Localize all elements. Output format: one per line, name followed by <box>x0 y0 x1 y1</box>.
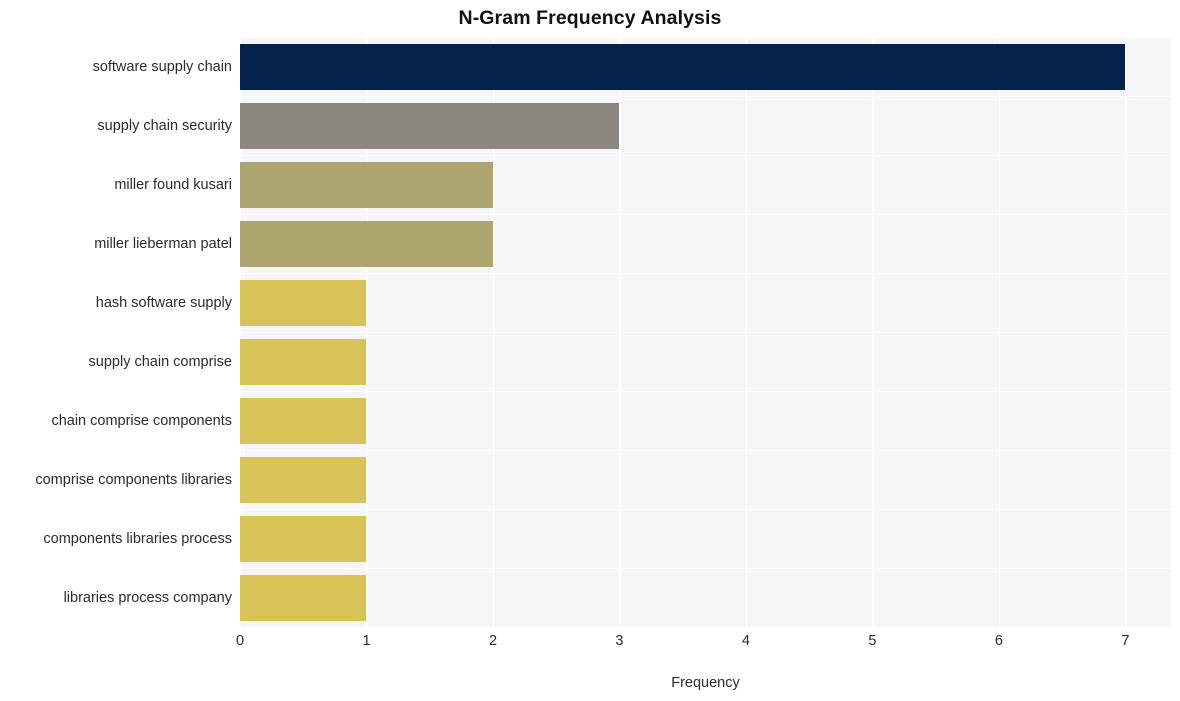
bar <box>240 43 1126 90</box>
x-axis-tick-label: 3 <box>615 633 624 649</box>
x-axis-tick-label: 7 <box>1121 633 1130 649</box>
bar <box>240 279 367 326</box>
y-axis-tick-label: miller lieberman patel <box>94 235 232 252</box>
x-axis-tick-label: 5 <box>868 633 877 649</box>
bar <box>240 397 367 444</box>
bar <box>240 220 493 267</box>
x-axis-title: Frequency <box>671 675 740 691</box>
y-gridline <box>240 627 1171 629</box>
x-axis-tick-label: 4 <box>741 633 751 649</box>
y-axis-tick-label: supply chain security <box>97 117 232 134</box>
x-axis-tick-label: 2 <box>488 633 498 649</box>
y-axis-tick-label: hash software supply <box>95 294 232 311</box>
x-axis-tick-label: 1 <box>362 633 371 649</box>
chart-title: N-Gram Frequency Analysis <box>458 7 722 29</box>
y-axis-tick-label: chain comprise components <box>51 412 232 429</box>
x-axis-tick-label: 0 <box>235 633 245 649</box>
y-axis-tick-label: software supply chain <box>92 58 232 75</box>
bar <box>240 515 367 562</box>
x-axis-tick-label: 6 <box>994 633 1003 649</box>
ngram-frequency-chart: N-Gram Frequency Analysis software suppl… <box>0 0 1180 701</box>
bar <box>240 161 493 208</box>
y-axis-tick-label: miller found kusari <box>114 176 232 193</box>
bar <box>240 574 367 621</box>
y-axis-tick-label: comprise components libraries <box>35 471 232 488</box>
y-axis-tick-labels: software supply chain supply chain securi… <box>0 37 232 627</box>
plot-area <box>240 37 1171 629</box>
y-axis-tick-label: components libraries process <box>43 530 232 547</box>
y-axis-tick-label: supply chain comprise <box>88 353 232 370</box>
bars-layer <box>240 37 1171 627</box>
bar <box>240 338 367 385</box>
bar <box>240 456 367 503</box>
x-axis-tick-labels: 0 1 2 3 4 5 6 7 <box>0 633 1180 659</box>
y-axis-tick-label: libraries process company <box>63 589 232 606</box>
bar <box>240 102 620 149</box>
